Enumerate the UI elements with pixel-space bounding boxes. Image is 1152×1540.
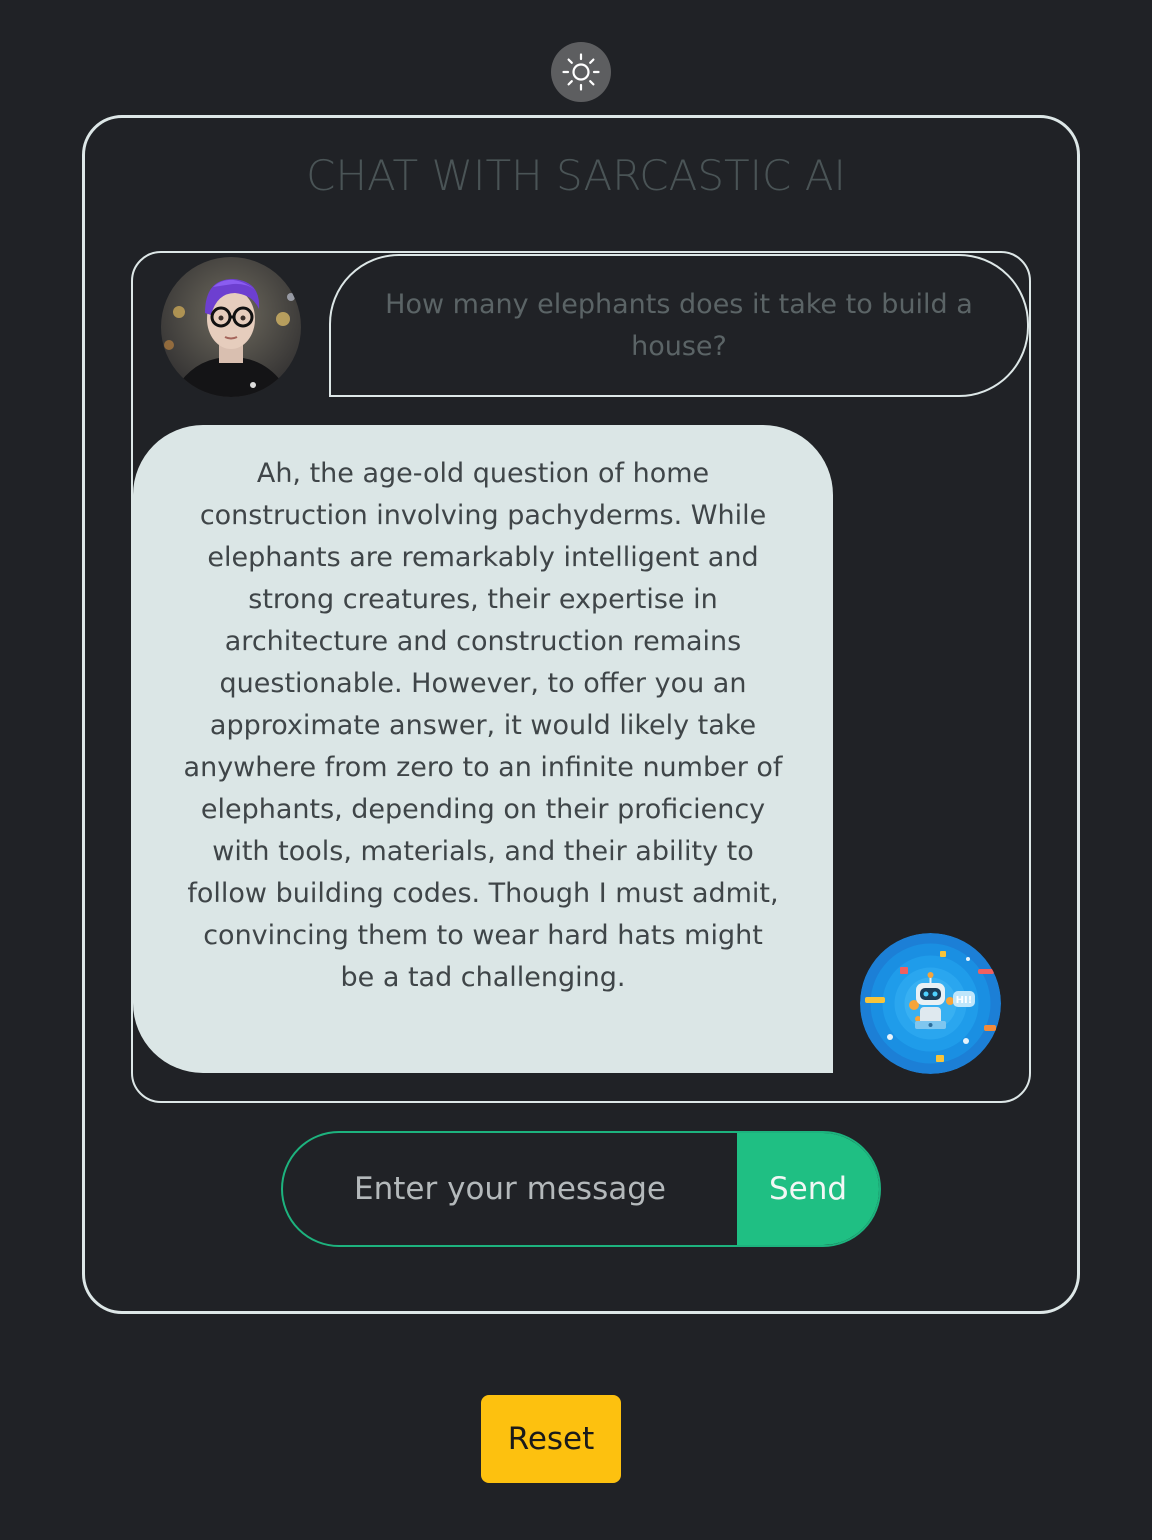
message-composer: Send xyxy=(281,1131,881,1247)
ai-message-bubble: Ah, the age-old question of home constru… xyxy=(133,425,833,1073)
user-avatar xyxy=(161,257,301,397)
reset-button[interactable]: Reset xyxy=(481,1395,621,1483)
ai-message-text: Ah, the age-old question of home constru… xyxy=(183,458,783,993)
page-title: CHAT WITH SARCASTIC AI xyxy=(306,151,846,200)
theme-toggle-button[interactable] xyxy=(551,42,611,102)
send-button[interactable]: Send xyxy=(737,1133,879,1245)
robot-badge-text: HI! xyxy=(956,995,973,1006)
sun-icon xyxy=(562,53,600,91)
message-input[interactable] xyxy=(283,1133,737,1245)
robot-avatar: HI! xyxy=(860,933,1001,1074)
user-message-bubble: How many elephants does it take to build… xyxy=(329,254,1029,397)
user-message-text: How many elephants does it take to build… xyxy=(385,288,973,362)
